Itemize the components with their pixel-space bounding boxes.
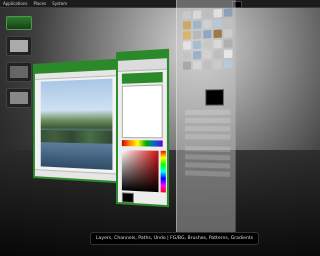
tooltip-text: Layers, Channels, Paths, Undo | FG/BG, B… <box>96 236 254 241</box>
tool-icon[interactable] <box>182 10 191 20</box>
tool-icon[interactable] <box>213 8 222 18</box>
tool-icon[interactable] <box>182 31 191 40</box>
panel-menu-places[interactable]: Places <box>33 1 46 6</box>
tool-icon[interactable] <box>203 50 212 59</box>
window-thumbnail-3[interactable] <box>6 88 32 108</box>
tool-icon[interactable] <box>203 9 212 19</box>
image-window[interactable] <box>33 58 120 184</box>
drive-icon[interactable] <box>6 16 32 30</box>
top-panel: Applications Places System <box>0 0 320 8</box>
tool-icon[interactable] <box>203 19 212 29</box>
tool-icon[interactable] <box>223 49 233 59</box>
tool-option-row[interactable] <box>184 117 231 124</box>
tool-option-row[interactable] <box>184 126 231 132</box>
tool-option-row[interactable] <box>184 154 231 161</box>
tool-icon[interactable] <box>193 50 202 60</box>
desktop-dock <box>6 16 32 114</box>
tool-option-row[interactable] <box>184 146 231 153</box>
panel-menu-applications[interactable]: Applications <box>3 1 27 6</box>
thumbnail-preview <box>10 92 28 104</box>
tool-icon[interactable] <box>193 40 202 50</box>
foreground-color-swatch[interactable] <box>205 89 224 106</box>
fg-bg-color-icon[interactable] <box>121 192 134 204</box>
tool-icon[interactable] <box>213 29 222 39</box>
hue-slider[interactable] <box>160 150 166 193</box>
tool-icon[interactable] <box>213 39 222 49</box>
tool-option-row[interactable] <box>184 170 231 177</box>
toolbox-window[interactable] <box>176 0 236 245</box>
layers-dock-window[interactable] <box>116 48 170 208</box>
image-canvas-treeline <box>40 130 113 144</box>
tool-option-row[interactable] <box>184 109 231 115</box>
thumbnail-preview <box>10 66 28 78</box>
dock-tooltip: Layers, Channels, Paths, Undo | FG/BG, B… <box>90 232 260 245</box>
color-selector[interactable] <box>121 150 159 193</box>
tool-icon[interactable] <box>182 21 191 30</box>
tool-icon[interactable] <box>223 18 233 28</box>
layer-row-selected[interactable] <box>121 71 163 84</box>
tool-icon[interactable] <box>213 50 222 59</box>
tool-icon[interactable] <box>182 51 191 60</box>
tool-icon[interactable] <box>203 30 212 39</box>
tool-icon[interactable] <box>193 61 202 70</box>
tool-icon[interactable] <box>213 19 222 28</box>
tool-grid <box>182 8 233 70</box>
window-thumbnail-2[interactable] <box>6 62 32 82</box>
tool-icon[interactable] <box>213 60 222 69</box>
tool-icon[interactable] <box>182 41 191 50</box>
tool-option-row[interactable] <box>184 134 231 140</box>
tool-icon[interactable] <box>223 39 233 48</box>
tool-icon[interactable] <box>203 60 212 70</box>
panel-menu-system[interactable]: System <box>52 1 67 6</box>
tool-icon[interactable] <box>193 30 202 40</box>
tool-option-row[interactable] <box>184 162 231 169</box>
palette-swatches[interactable] <box>121 140 163 147</box>
tool-icon[interactable] <box>223 59 233 69</box>
image-canvas[interactable] <box>40 78 113 170</box>
tool-icon[interactable] <box>223 8 233 17</box>
layers-tabs[interactable] <box>117 58 167 72</box>
tool-icon[interactable] <box>182 61 191 70</box>
thumbnail-preview <box>10 40 28 52</box>
tool-icon[interactable] <box>193 10 202 19</box>
window-thumbnail-1[interactable] <box>6 36 32 56</box>
tool-icon[interactable] <box>203 40 212 49</box>
layers-list[interactable] <box>121 84 163 139</box>
tool-icon[interactable] <box>223 28 233 38</box>
tool-icon[interactable] <box>193 20 202 30</box>
